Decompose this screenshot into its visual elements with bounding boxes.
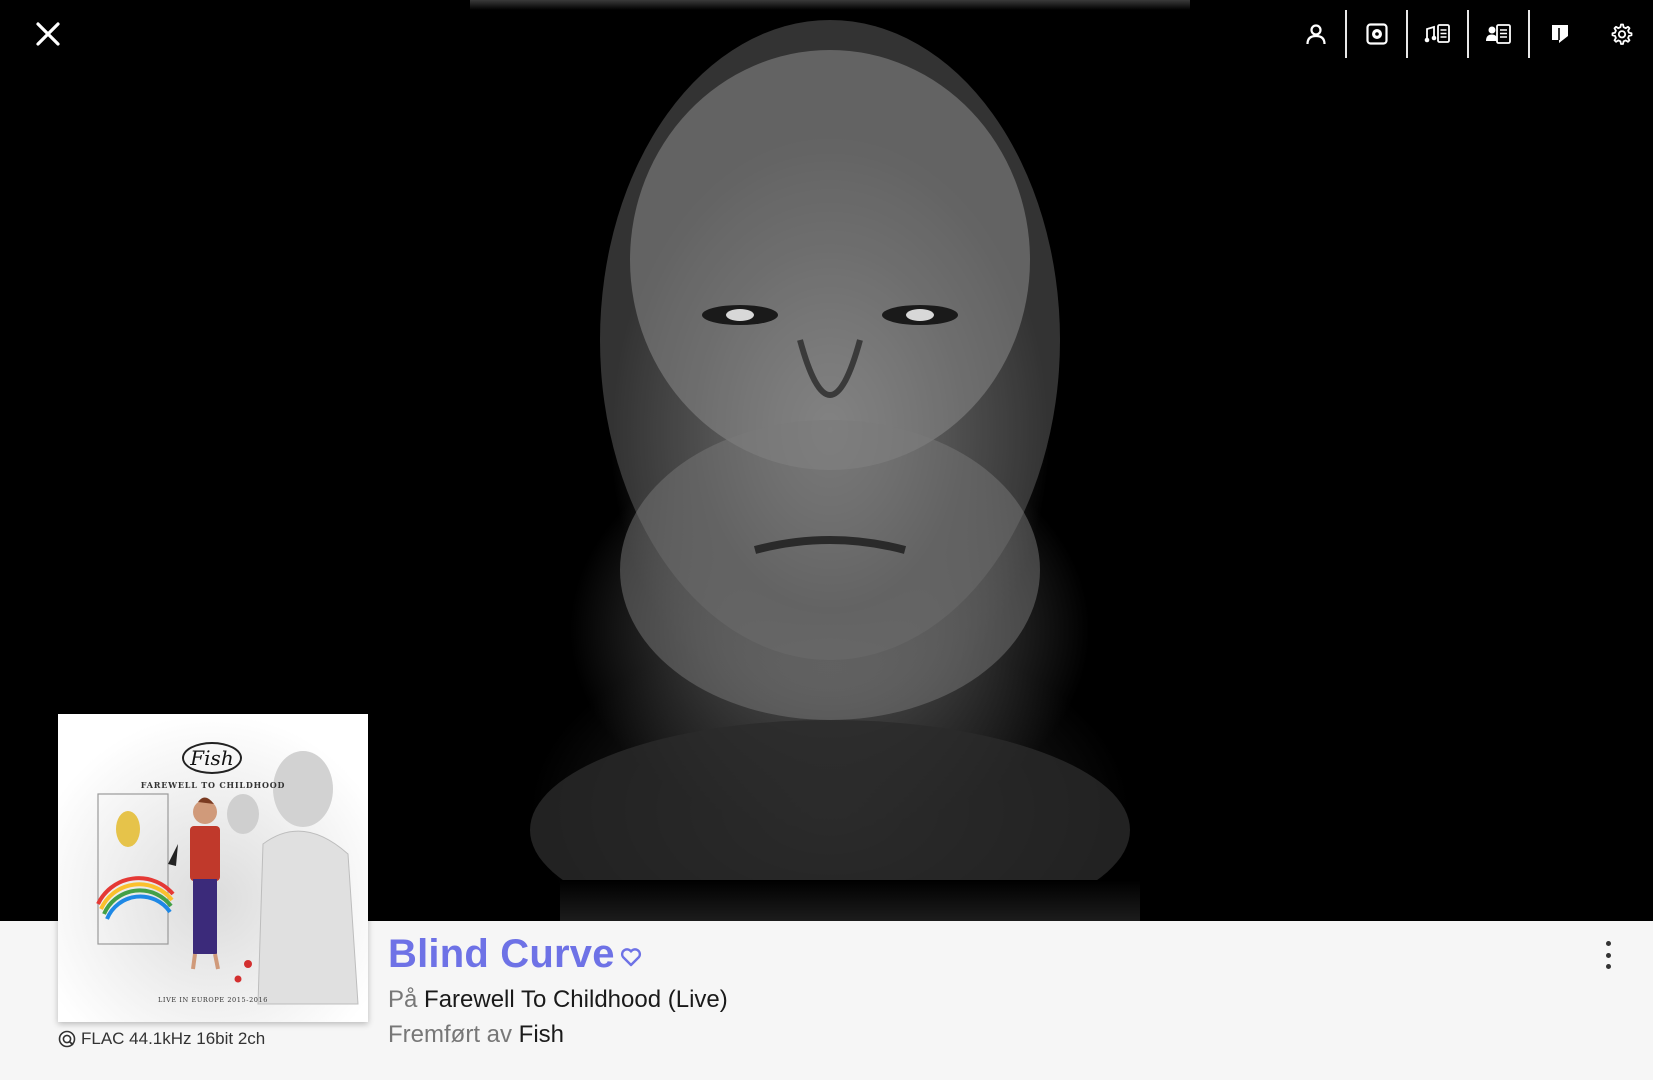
album-cover-logo: Fish <box>182 742 242 774</box>
close-icon <box>36 22 60 46</box>
album-cover-title: FAREWELL TO CHILDHOOD <box>140 780 286 790</box>
settings-button[interactable] <box>1589 10 1653 58</box>
album-cover-subtitle: LIVE IN EUROPE 2015-2016 <box>157 996 269 1004</box>
top-toolbar <box>1286 10 1653 58</box>
favorite-button[interactable] <box>618 944 644 970</box>
qobuz-icon <box>58 1030 76 1048</box>
portrait-shape <box>530 20 1130 921</box>
booklet-icon <box>1551 25 1568 43</box>
hero-bottom-fade <box>560 880 1140 921</box>
album-prefix: På <box>388 986 418 1013</box>
heart-icon <box>620 948 642 967</box>
album-button[interactable] <box>1347 10 1406 58</box>
artist-line: Fremført av Fish <box>388 1021 564 1049</box>
album-link[interactable]: Farewell To Childhood (Live) <box>424 986 728 1013</box>
artist-prefix: Fremført av <box>388 1021 512 1048</box>
lyrics-icon <box>1424 24 1450 43</box>
more-options-icon-dot <box>1605 964 1611 969</box>
booklet-button[interactable] <box>1530 10 1589 58</box>
gear-icon <box>1611 23 1633 45</box>
audio-format-info: FLAC 44.1kHz 16bit 2ch <box>58 1029 265 1049</box>
album-icon <box>1365 23 1388 45</box>
more-options-icon <box>1605 941 1611 946</box>
artist-button[interactable] <box>1286 10 1345 58</box>
artist-icon <box>1305 24 1326 45</box>
artist-link[interactable]: Fish <box>519 1021 564 1048</box>
artist-bio-button[interactable] <box>1469 10 1528 58</box>
track-title: Blind Curve <box>388 932 615 976</box>
close-button[interactable] <box>28 14 68 54</box>
artist-bio-icon <box>1485 24 1511 44</box>
lyrics-button[interactable] <box>1408 10 1467 58</box>
more-options-icon-dot <box>1605 952 1611 958</box>
artist-portrait <box>470 10 1190 921</box>
hero-top-fade <box>470 0 1190 10</box>
more-options-button[interactable] <box>1596 938 1620 972</box>
audio-format-label: FLAC 44.1kHz 16bit 2ch <box>81 1029 266 1048</box>
album-cover[interactable]: Fish FAREWELL TO CHILDHOOD LIVE IN EUROP… <box>58 714 368 1022</box>
album-line: På Farewell To Childhood (Live) <box>388 986 728 1014</box>
